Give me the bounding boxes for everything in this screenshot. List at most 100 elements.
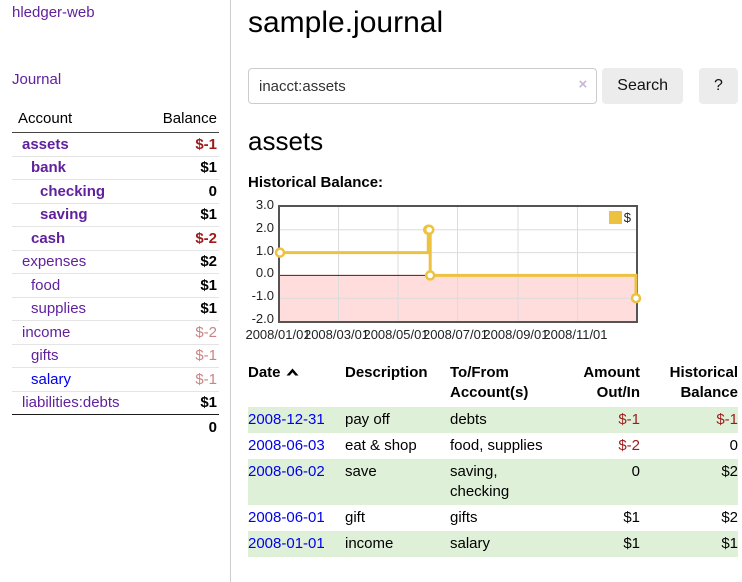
search-input[interactable] [248, 68, 597, 104]
register-row: 2008-01-01incomesalary$1$1 [248, 531, 738, 557]
account-balance: $1 [200, 394, 217, 411]
register-row: 2008-06-02 save saving, checking 0 $2 [248, 459, 738, 505]
column-header-date[interactable]: Date [248, 361, 345, 407]
account-link-liabilities-debts[interactable]: liabilities:debts [12, 394, 120, 411]
chart-svg [280, 207, 636, 321]
account-link-expenses[interactable]: expenses [12, 253, 86, 270]
app-brand-link[interactable]: hledger-web [12, 4, 95, 21]
description-cell: gift [345, 509, 365, 526]
balance-cell: $1 [721, 535, 738, 552]
column-header-description: Description [345, 361, 450, 407]
total-balance: 0 [209, 419, 217, 436]
account-row: supplies$1 [12, 298, 219, 322]
balance-cell: $2 [721, 509, 738, 526]
register-date-link[interactable]: 2008-01-01 [248, 535, 325, 552]
account-link-bank[interactable]: bank [12, 159, 66, 176]
account-row: gifts $-1 [12, 345, 219, 369]
account-heading: assets [248, 126, 738, 157]
y-tick-label: 1.0 [248, 243, 274, 258]
account-link-cash[interactable]: cash [12, 230, 65, 247]
amount-cell: $-2 [618, 437, 640, 454]
register-table: Date Description To/From Account(s) Amou… [248, 361, 738, 557]
sidebar-item-journal[interactable]: Journal [12, 71, 230, 88]
balance-cell: $-1 [716, 411, 738, 428]
register-date-link[interactable]: 2008-06-01 [248, 509, 325, 526]
description-cell: eat & shop [345, 437, 417, 454]
account-balance: 0 [209, 183, 217, 200]
y-tick-label: -2.0 [248, 311, 274, 326]
description-cell: save [345, 463, 377, 480]
page-title: sample.journal [248, 6, 738, 40]
x-tick-label: 2008/09/01 [483, 327, 548, 342]
register-row: 2008-06-01giftgifts$1$2 [248, 505, 738, 531]
help-button[interactable]: ? [699, 68, 738, 104]
account-balance: $-1 [195, 347, 217, 364]
balance-column-header: Balance [163, 110, 217, 127]
balance-cell: $2 [721, 463, 738, 480]
register-row: 2008-06-03eat & shopfood, supplies$-20 [248, 433, 738, 459]
search-form: × Search ? [248, 68, 738, 104]
amount-cell: 0 [632, 463, 640, 480]
accounts-cell: salary [450, 535, 490, 552]
account-row: bank$1 [12, 157, 219, 181]
sort-ascending-icon [286, 368, 299, 378]
x-tick-label: 2008/11/01 [543, 327, 607, 342]
accounts-cell: food, supplies [450, 437, 543, 454]
account-row: expenses$2 [12, 251, 219, 275]
account-row: checking 0 [12, 180, 219, 204]
x-axis-labels: 2008/01/012008/03/012008/05/012008/07/01… [278, 327, 638, 343]
y-tick-label: 0.0 [248, 265, 274, 280]
account-total-row: 0 [12, 414, 219, 436]
description-cell: pay off [345, 411, 390, 428]
description-cell: income [345, 535, 393, 552]
account-link-assets[interactable]: assets [12, 136, 69, 153]
account-table-header: Account Balance [12, 110, 219, 133]
accounts-cell: saving, checking [450, 463, 509, 500]
x-tick-label: 2008/01/01 [245, 327, 310, 342]
account-link-saving[interactable]: saving [12, 206, 88, 223]
account-link-supplies[interactable]: supplies [12, 300, 86, 317]
clear-search-icon[interactable]: × [579, 76, 588, 93]
account-row: saving$1 [12, 204, 219, 228]
account-link-salary[interactable]: salary [12, 371, 71, 388]
chart-legend: $ [609, 210, 631, 225]
account-row: cash $-2 [12, 227, 219, 251]
account-row: assets$-1 [12, 133, 219, 157]
register-date-link[interactable]: 2008-06-02 [248, 463, 325, 480]
account-row: salary $-1 [12, 368, 219, 392]
accounts-cell: gifts [450, 509, 478, 526]
column-header-amount: Amount Out/In [562, 361, 640, 407]
account-row: income $-2 [12, 321, 219, 345]
historical-balance-chart: 3.02.01.00.0-1.0-2.0 $ 2008/01/012008/03… [248, 203, 738, 345]
account-balance: $1 [200, 277, 217, 294]
register-row: 2008-12-31pay offdebts$-1$-1 [248, 407, 738, 433]
account-balance-table: Account Balance assets$-1bank$1checking0… [12, 110, 219, 436]
y-tick-label: -1.0 [248, 288, 274, 303]
account-link-food[interactable]: food [12, 277, 60, 294]
account-row: food $1 [12, 274, 219, 298]
account-link-gifts[interactable]: gifts [12, 347, 59, 364]
x-tick-label: 2008/03/01 [304, 327, 369, 342]
legend-label: $ [624, 210, 631, 225]
account-column-header: Account [18, 110, 72, 127]
account-row: liabilities:debts $1 [12, 392, 219, 415]
register-date-link[interactable]: 2008-06-03 [248, 437, 325, 454]
amount-cell: $-1 [618, 411, 640, 428]
search-button[interactable]: Search [602, 68, 683, 104]
x-tick-label: 2008/05/01 [363, 327, 428, 342]
column-header-balance: Historical Balance [640, 361, 738, 407]
register-body: 2008-12-31pay offdebts$-1$-12008-06-03ea… [248, 407, 738, 557]
main-content: sample.journal × Search ? assets Histori… [248, 0, 738, 557]
account-link-income[interactable]: income [12, 324, 70, 341]
account-link-checking[interactable]: checking [12, 183, 105, 200]
column-header-accounts: To/From Account(s) [450, 361, 562, 407]
account-balance: $-2 [195, 230, 217, 247]
register-header: Date Description To/From Account(s) Amou… [248, 361, 738, 407]
account-rows: assets$-1bank$1checking0saving$1cash$-2e… [12, 133, 219, 414]
account-balance: $-1 [195, 371, 217, 388]
account-balance: $-2 [195, 324, 217, 341]
sidebar: hledger-web Journal Account Balance asse… [0, 0, 231, 582]
register-date-link[interactable]: 2008-12-31 [248, 411, 325, 428]
x-tick-label: 2008/07/01 [423, 327, 488, 342]
y-tick-label: 3.0 [248, 197, 274, 212]
